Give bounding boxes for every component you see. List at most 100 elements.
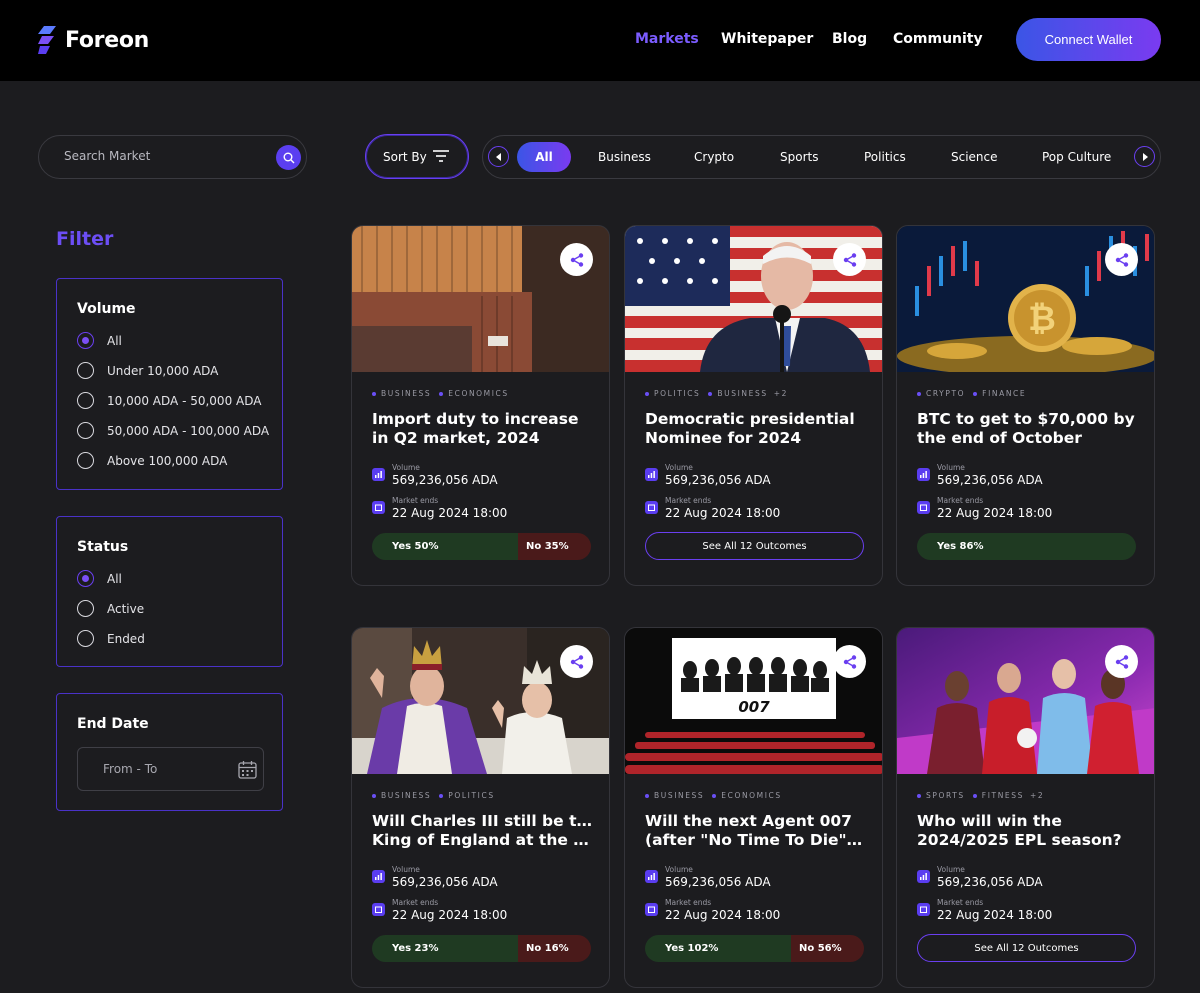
tag: POLITICS <box>439 791 494 800</box>
logo[interactable]: Foreon <box>38 26 149 54</box>
market-card[interactable]: POLITICS BUSINESS +2 Democratic presiden… <box>624 225 883 586</box>
sort-by-button[interactable]: Sort By <box>365 134 469 179</box>
market-title[interactable]: Import duty to increase in Q2 market, 20… <box>372 410 594 448</box>
radio[interactable] <box>77 600 94 617</box>
no-odds[interactable]: No 56% <box>791 935 864 962</box>
market-title[interactable]: Will Charles III still be the King of En… <box>372 812 594 850</box>
nav-markets[interactable]: Markets <box>635 31 699 47</box>
market-title[interactable]: BTC to get to $70,000 by the end of Octo… <box>917 410 1139 448</box>
odds-bar: Yes 86% <box>917 533 1136 560</box>
nav-community[interactable]: Community <box>893 31 983 47</box>
category-all[interactable]: All <box>517 142 571 172</box>
share-icon <box>1115 252 1128 267</box>
see-all-outcomes-button[interactable]: See All 12 Outcomes <box>917 934 1136 962</box>
no-odds[interactable]: No 35% <box>518 533 591 560</box>
odds-bar: Yes 102% No 56% <box>645 935 864 962</box>
share-button[interactable] <box>833 645 866 678</box>
status-filter: Status All Active Ended <box>56 516 283 667</box>
share-icon <box>570 252 583 267</box>
share-button[interactable] <box>833 243 866 276</box>
market-title-line: Will the next Agent 007 <box>645 812 852 830</box>
volume-option-under-10k[interactable]: Under 10,000 ADA <box>77 362 218 379</box>
market-title-line: (after "No Time To Die") be b... <box>645 831 867 849</box>
market-card[interactable]: ₿ CRYPTO FINANCE BTC to get to $70,000 b… <box>896 225 1155 586</box>
market-card[interactable]: BUSINESS ECONOMICS Import duty to increa… <box>351 225 610 586</box>
category-politics[interactable]: Politics <box>864 150 906 164</box>
radio-label: Above 100,000 ADA <box>107 453 228 468</box>
market-ends-label: Market ends <box>392 496 439 505</box>
category-next-button[interactable] <box>1134 146 1155 167</box>
share-button[interactable] <box>560 645 593 678</box>
yes-odds[interactable]: Yes 50% <box>372 533 518 560</box>
volume-option-50k-100k[interactable]: 50,000 ADA - 100,000 ADA <box>77 422 269 439</box>
category-science[interactable]: Science <box>951 150 998 164</box>
tag: BUSINESS <box>645 791 704 800</box>
calendar-icon[interactable] <box>238 760 257 779</box>
volume-label: Volume <box>665 463 693 472</box>
category-business[interactable]: Business <box>598 150 651 164</box>
category-crypto[interactable]: Crypto <box>694 150 734 164</box>
volume-option-10k-50k[interactable]: 10,000 ADA - 50,000 ADA <box>77 392 261 409</box>
market-title[interactable]: Will the next Agent 007 (after "No Time … <box>645 812 867 850</box>
volume-label: Volume <box>665 865 693 874</box>
volume-label: Volume <box>937 463 965 472</box>
calendar-icon <box>372 501 385 514</box>
volume-value: 569,236,056 ADA <box>937 473 1043 487</box>
market-ends-value: 22 Aug 2024 18:00 <box>392 506 508 520</box>
category-sports[interactable]: Sports <box>780 150 818 164</box>
category-prev-button[interactable] <box>488 146 509 167</box>
volume-title: Volume <box>77 301 136 317</box>
market-card[interactable]: BUSINESS POLITICS Will Charles III still… <box>351 627 610 988</box>
brand-name: Foreon <box>65 27 149 53</box>
yes-odds[interactable]: Yes 86% <box>917 533 1136 560</box>
date-range-placeholder: From - To <box>103 762 158 776</box>
date-range-field[interactable]: From - To <box>77 747 264 791</box>
calendar-icon <box>645 501 658 514</box>
see-all-outcomes-button[interactable]: See All 12 Outcomes <box>645 532 864 560</box>
market-card[interactable]: 007 BUSINESS ECONOMICS Will the next Age… <box>624 627 883 988</box>
radio-selected[interactable] <box>77 570 94 587</box>
market-title[interactable]: Who will win the 2024/2025 EPL season? <box>917 812 1139 850</box>
search-input[interactable] <box>64 149 264 163</box>
radio[interactable] <box>77 362 94 379</box>
radio-label: All <box>107 333 122 348</box>
tag: FITNESS <box>973 791 1024 800</box>
calendar-icon <box>372 903 385 916</box>
status-option-ended[interactable]: Ended <box>77 630 145 647</box>
no-odds[interactable]: No 16% <box>518 935 591 962</box>
status-option-active[interactable]: Active <box>77 600 144 617</box>
nav-blog[interactable]: Blog <box>832 31 867 47</box>
radio-selected[interactable] <box>77 332 94 349</box>
radio-label: Under 10,000 ADA <box>107 363 219 378</box>
category-pop-culture[interactable]: Pop Culture <box>1042 150 1111 164</box>
card-tags: BUSINESS POLITICS <box>372 791 503 800</box>
tag: POLITICS <box>645 389 700 398</box>
connect-wallet-button[interactable]: Connect Wallet <box>1016 18 1161 61</box>
volume-value: 569,236,056 ADA <box>937 875 1043 889</box>
share-button[interactable] <box>1105 243 1138 276</box>
market-ends-value: 22 Aug 2024 18:00 <box>665 908 781 922</box>
market-ends-value: 22 Aug 2024 18:00 <box>937 506 1053 520</box>
yes-odds[interactable]: Yes 102% <box>645 935 791 962</box>
volume-option-above-100k[interactable]: Above 100,000 ADA <box>77 452 227 469</box>
foreon-logo-icon <box>38 26 56 54</box>
radio[interactable] <box>77 392 94 409</box>
share-button[interactable] <box>1105 645 1138 678</box>
volume-icon <box>645 468 658 481</box>
volume-option-all[interactable]: All <box>77 332 122 349</box>
volume-value: 569,236,056 ADA <box>665 875 771 889</box>
yes-odds[interactable]: Yes 23% <box>372 935 518 962</box>
radio[interactable] <box>77 630 94 647</box>
radio[interactable] <box>77 422 94 439</box>
volume-icon <box>645 870 658 883</box>
market-title[interactable]: Democratic presidential Nominee for 2024 <box>645 410 867 448</box>
share-button[interactable] <box>560 243 593 276</box>
search-icon[interactable] <box>276 145 301 170</box>
nav-whitepaper[interactable]: Whitepaper <box>721 31 813 47</box>
radio[interactable] <box>77 452 94 469</box>
tag: ECONOMICS <box>439 389 508 398</box>
market-card[interactable]: SPORTS FITNESS +2 Who will win the 2024/… <box>896 627 1155 988</box>
tag: ECONOMICS <box>712 791 781 800</box>
top-navbar: Foreon Markets Whitepaper Blog Community… <box>0 0 1200 81</box>
status-option-all[interactable]: All <box>77 570 122 587</box>
